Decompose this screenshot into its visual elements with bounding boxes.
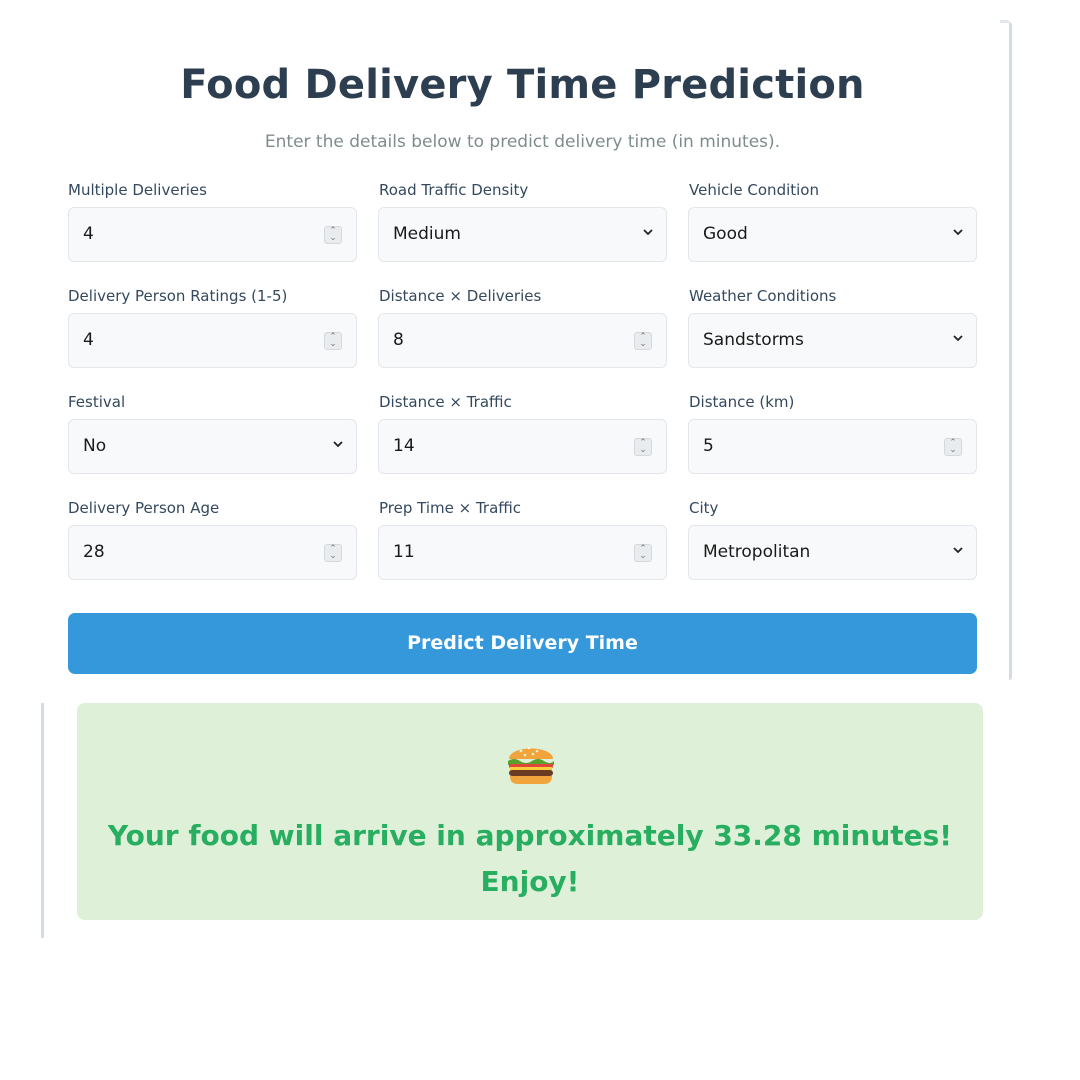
road-traffic-density-label: Road Traffic Density <box>379 181 529 199</box>
burger-icon <box>508 746 554 784</box>
distance-km-input[interactable]: 5 ⌃ ⌄ <box>688 419 977 474</box>
chevron-down-icon <box>953 229 963 236</box>
distance-x-traffic-value: 14 <box>393 436 415 456</box>
spinner-icon[interactable]: ⌃ ⌄ <box>324 544 342 562</box>
chevron-down-icon <box>643 229 653 236</box>
page-subtitle: Enter the details below to predict deliv… <box>264 132 781 152</box>
multiple-deliveries-label: Multiple Deliveries <box>68 181 207 199</box>
delivery-person-ratings-input[interactable]: 4 ⌃ ⌄ <box>68 313 357 368</box>
weather-conditions-label: Weather Conditions <box>689 287 837 305</box>
result-border <box>41 703 44 938</box>
spinner-icon[interactable]: ⌃ ⌄ <box>634 544 652 562</box>
result-panel: Your food will arrive in approximately 3… <box>77 703 983 920</box>
road-traffic-density-value: Medium <box>393 224 461 244</box>
delivery-person-ratings-label: Delivery Person Ratings (1-5) <box>68 287 288 305</box>
chevron-down-icon <box>953 335 963 342</box>
festival-value: No <box>83 436 107 456</box>
spinner-icon[interactable]: ⌃ ⌄ <box>634 332 652 350</box>
prediction-result-line1: Your food will arrive in approximately 3… <box>107 819 953 852</box>
card-border-corner <box>1000 20 1010 23</box>
spinner-icon[interactable]: ⌃ ⌄ <box>944 438 962 456</box>
festival-select[interactable]: No <box>68 419 357 474</box>
road-traffic-density-select[interactable]: Medium <box>378 207 667 262</box>
prep-time-x-traffic-label: Prep Time × Traffic <box>379 499 522 517</box>
distance-km-value: 5 <box>703 436 714 456</box>
multiple-deliveries-value: 4 <box>83 224 94 244</box>
distance-km-label: Distance (km) <box>689 393 795 411</box>
city-select[interactable]: Metropolitan <box>688 525 977 580</box>
festival-label: Festival <box>68 393 126 411</box>
page: Food Delivery Time Prediction Enter the … <box>0 0 1080 1080</box>
vehicle-condition-label: Vehicle Condition <box>689 181 819 199</box>
spinner-icon[interactable]: ⌃ ⌄ <box>324 226 342 244</box>
weather-conditions-select[interactable]: Sandstorms <box>688 313 977 368</box>
card-border <box>1009 22 1012 680</box>
spinner-icon[interactable]: ⌃ ⌄ <box>324 332 342 350</box>
delivery-person-ratings-value: 4 <box>83 330 94 350</box>
spinner-icon[interactable]: ⌃ ⌄ <box>634 438 652 456</box>
distance-x-traffic-input[interactable]: 14 ⌃ ⌄ <box>378 419 667 474</box>
city-value: Metropolitan <box>703 542 811 562</box>
weather-conditions-value: Sandstorms <box>703 330 804 350</box>
vehicle-condition-select[interactable]: Good <box>688 207 977 262</box>
multiple-deliveries-input[interactable]: 4 ⌃ ⌄ <box>68 207 357 262</box>
chevron-down-icon <box>953 547 963 554</box>
delivery-person-age-input[interactable]: 28 ⌃ ⌄ <box>68 525 357 580</box>
delivery-person-age-value: 28 <box>83 542 105 562</box>
distance-x-traffic-label: Distance × Traffic <box>379 393 512 411</box>
distance-x-deliveries-label: Distance × Deliveries <box>379 287 542 305</box>
delivery-person-age-label: Delivery Person Age <box>68 499 220 517</box>
prep-time-x-traffic-input[interactable]: 11 ⌃ ⌄ <box>378 525 667 580</box>
prediction-result-line2: Enjoy! <box>480 865 580 898</box>
page-title: Food Delivery Time Prediction <box>180 62 865 108</box>
chevron-down-icon <box>333 441 343 448</box>
distance-x-deliveries-value: 8 <box>393 330 404 350</box>
distance-x-deliveries-input[interactable]: 8 ⌃ ⌄ <box>378 313 667 368</box>
vehicle-condition-value: Good <box>703 224 748 244</box>
city-label: City <box>689 499 719 517</box>
prep-time-x-traffic-value: 11 <box>393 542 415 562</box>
predict-button[interactable]: Predict Delivery Time <box>68 613 977 674</box>
prediction-result: Your food will arrive in approximately 3… <box>77 813 983 905</box>
